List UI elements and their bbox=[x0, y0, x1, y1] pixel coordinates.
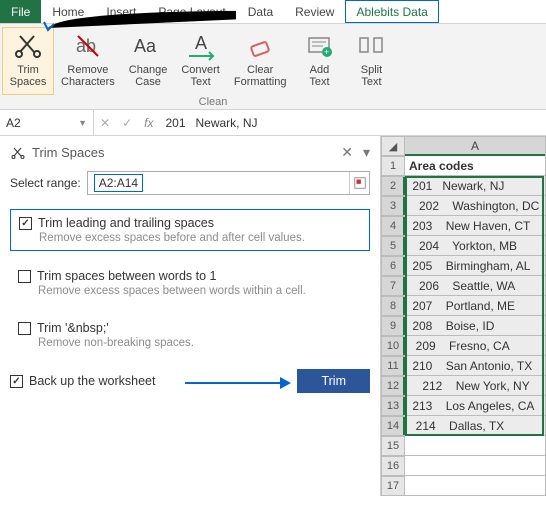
fx-icon[interactable]: fx bbox=[144, 116, 153, 130]
row-header[interactable]: 13 bbox=[381, 396, 405, 416]
svg-text:A: A bbox=[195, 33, 207, 53]
backup-label: Back up the worksheet bbox=[29, 374, 155, 388]
select-range-label: Select range: bbox=[10, 176, 81, 190]
change-case-button[interactable]: Aa Change Case bbox=[122, 27, 175, 95]
option-trim-leading-trailing[interactable]: Trim leading and trailing spaces Remove … bbox=[10, 209, 370, 251]
split-text-icon bbox=[355, 30, 387, 62]
formula-bar-value[interactable]: 201 Newark, NJ bbox=[165, 116, 257, 130]
svg-text:ab: ab bbox=[76, 36, 96, 56]
table-cell[interactable]: 205 Birmingham, AL bbox=[405, 256, 546, 276]
add-text-button[interactable]: + Add Text bbox=[293, 27, 345, 95]
chevron-down-icon: ▼ bbox=[78, 118, 87, 128]
column-header-a[interactable]: A bbox=[405, 136, 546, 156]
svg-text:Aa: Aa bbox=[134, 36, 157, 56]
table-cell[interactable]: 201 Newark, NJ bbox=[405, 176, 546, 196]
table-cell[interactable]: 204 Yorkton, MB bbox=[405, 236, 546, 256]
row-header[interactable]: 7 bbox=[381, 276, 405, 296]
cancel-formula-icon: ✕ bbox=[100, 116, 110, 130]
close-icon[interactable]: ✕ bbox=[341, 144, 353, 161]
name-box[interactable]: A2 ▼ bbox=[0, 110, 94, 135]
convert-text-icon: A bbox=[185, 30, 217, 62]
clear-formatting-button[interactable]: Clear Formatting bbox=[227, 27, 294, 95]
option-trim-nbsp[interactable]: Trim '&nbsp;' Remove non-breaking spaces… bbox=[10, 315, 370, 355]
row-header[interactable]: 10 bbox=[381, 336, 405, 356]
tab-home[interactable]: Home bbox=[41, 0, 95, 23]
cell-header[interactable]: Area codes bbox=[405, 156, 546, 176]
tab-pagelayout[interactable]: Page Layout bbox=[147, 0, 236, 23]
svg-text:+: + bbox=[324, 47, 329, 57]
row-header[interactable]: 9 bbox=[381, 316, 405, 336]
tab-review[interactable]: Review bbox=[284, 0, 345, 23]
select-all-corner[interactable]: ◢ bbox=[381, 136, 405, 156]
trim-button[interactable]: Trim bbox=[297, 369, 370, 393]
range-input[interactable]: A2:A14 bbox=[87, 171, 370, 195]
table-cell[interactable]: 202 Washington, DC bbox=[405, 196, 546, 216]
tab-insert[interactable]: Insert bbox=[95, 0, 147, 23]
ribbon: Trim Spaces ab Remove Characters Aa Chan… bbox=[0, 24, 546, 110]
row-header[interactable]: 5 bbox=[381, 236, 405, 256]
table-cell[interactable]: 210 San Antonio, TX bbox=[405, 356, 546, 376]
table-cell[interactable]: 207 Portland, ME bbox=[405, 296, 546, 316]
scissors-icon bbox=[10, 145, 26, 161]
tab-ablebits-data[interactable]: Ablebits Data bbox=[345, 0, 438, 23]
checkbox-backup[interactable] bbox=[10, 375, 23, 388]
row-header[interactable]: 6 bbox=[381, 256, 405, 276]
table-cell[interactable]: 214 Dallas, TX bbox=[405, 416, 546, 436]
range-selector-icon bbox=[353, 176, 367, 190]
table-cell[interactable]: 212 New York, NY bbox=[405, 376, 546, 396]
add-text-icon: + bbox=[303, 30, 335, 62]
ribbon-group-label: Clean bbox=[0, 96, 426, 108]
row-header[interactable]: 2 bbox=[381, 176, 405, 196]
remove-characters-button[interactable]: ab Remove Characters bbox=[54, 27, 122, 95]
change-case-icon: Aa bbox=[132, 30, 164, 62]
convert-text-button[interactable]: A Convert Text bbox=[174, 27, 227, 95]
trim-spaces-label: Trim Spaces bbox=[10, 64, 47, 88]
pane-menu-icon[interactable]: ▾ bbox=[363, 144, 370, 161]
checkbox-trim-nbsp[interactable] bbox=[18, 322, 31, 335]
row-header[interactable]: 3 bbox=[381, 196, 405, 216]
checkbox-trim-leading-trailing[interactable] bbox=[19, 217, 32, 230]
eraser-icon bbox=[244, 30, 276, 62]
split-text-button[interactable]: Split Text bbox=[345, 27, 397, 95]
tab-data[interactable]: Data bbox=[237, 0, 284, 23]
table-cell[interactable]: 213 Los Angeles, CA bbox=[405, 396, 546, 416]
range-picker-button[interactable] bbox=[349, 172, 369, 194]
range-value: A2:A14 bbox=[94, 174, 143, 192]
table-cell[interactable]: 208 Boise, ID bbox=[405, 316, 546, 336]
namebox-row: A2 ▼ ✕ ✓ fx 201 Newark, NJ bbox=[0, 110, 546, 136]
accept-formula-icon: ✓ bbox=[122, 116, 132, 130]
remove-chars-icon: ab bbox=[72, 30, 104, 62]
row-header[interactable]: 4 bbox=[381, 216, 405, 236]
task-pane: Trim Spaces ✕ ▾ Select range: A2:A14 Tri… bbox=[0, 136, 381, 496]
pane-title: Trim Spaces bbox=[32, 145, 104, 160]
row-header[interactable]: 12 bbox=[381, 376, 405, 396]
row-header[interactable]: 8 bbox=[381, 296, 405, 316]
row-header[interactable]: 11 bbox=[381, 356, 405, 376]
table-cell[interactable]: 203 New Haven, CT bbox=[405, 216, 546, 236]
option-trim-between[interactable]: Trim spaces between words to 1 Remove ex… bbox=[10, 263, 370, 303]
trim-spaces-button[interactable]: Trim Spaces bbox=[2, 27, 54, 95]
table-cell[interactable]: 209 Fresno, CA bbox=[405, 336, 546, 356]
spreadsheet-grid[interactable]: ◢ A 1Area codes 2 201 Newark, NJ3 202 Wa… bbox=[381, 136, 546, 496]
checkbox-trim-between[interactable] bbox=[18, 270, 31, 283]
callout-arrow-trim bbox=[185, 373, 295, 393]
row-header[interactable]: 1 bbox=[381, 156, 405, 176]
scissors-icon bbox=[12, 30, 44, 62]
tab-file[interactable]: File bbox=[0, 0, 41, 23]
table-cell[interactable]: 206 Seattle, WA bbox=[405, 276, 546, 296]
row-header[interactable]: 14 bbox=[381, 416, 405, 436]
